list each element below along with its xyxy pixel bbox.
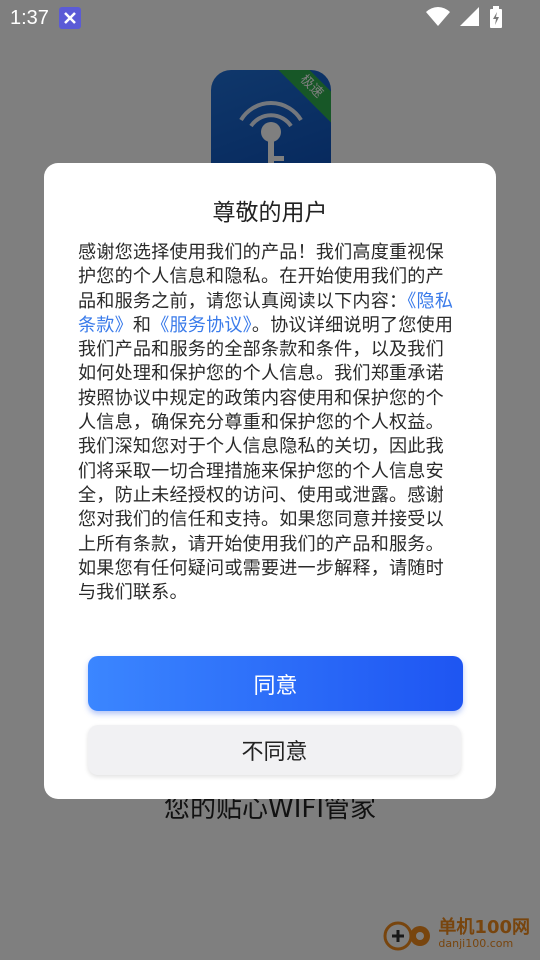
body-text-details: 。协议详细说明了您使用我们产品和服务的全部条款和条件，以及我们如何处理和保护您的… (78, 314, 454, 604)
battery-charging-icon (490, 6, 502, 28)
wifi-icon (426, 7, 450, 27)
agree-button[interactable]: 同意 (88, 656, 463, 711)
service-agreement-link[interactable]: 《服务协议》 (151, 315, 252, 336)
disagree-button[interactable]: 不同意 (88, 725, 461, 775)
app-notification-icon (58, 7, 81, 29)
privacy-dialog: 尊敬的用户 感谢您选择使用我们的产品！我们高度重视保护您的个人信息和隐私。在开始… (44, 163, 496, 799)
dialog-body: 感谢您选择使用我们的产品！我们高度重视保护您的个人信息和隐私。在开始使用我们的产… (78, 241, 462, 605)
signal-icon (460, 7, 479, 26)
status-time: 1:37 (10, 6, 49, 29)
status-bar: 1:37 (0, 0, 540, 36)
dialog-title: 尊敬的用户 (212, 200, 328, 226)
body-text-and: 和 (132, 314, 152, 336)
body-text-intro: 感谢您选择使用我们的产品！我们高度重视保护您的个人信息和隐私。在开始使用我们的产… (78, 242, 444, 312)
